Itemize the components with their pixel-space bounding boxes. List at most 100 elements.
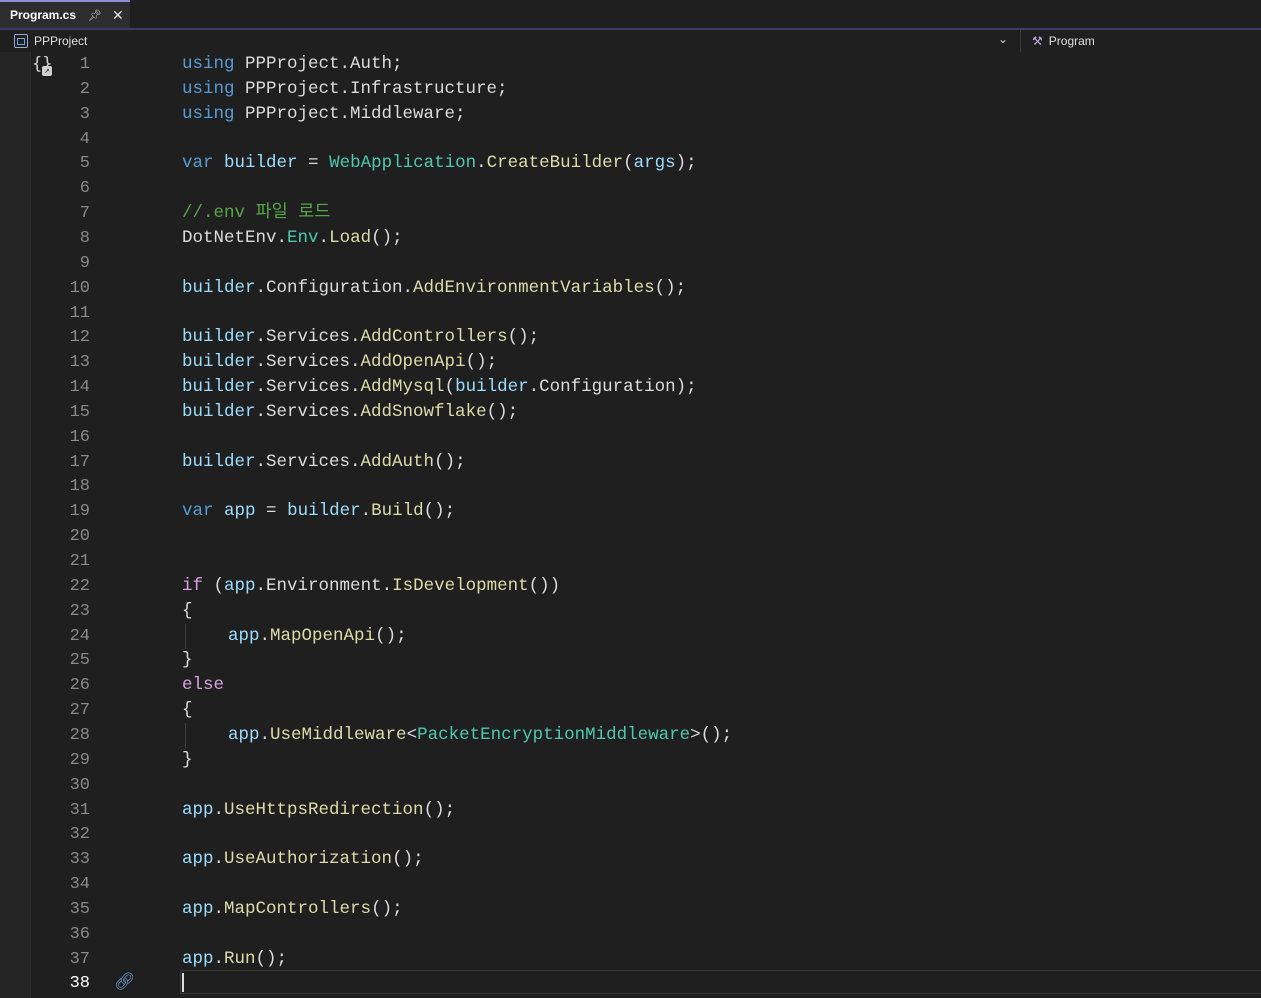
code-line[interactable]: 34 (0, 872, 1261, 897)
code-line[interactable]: 18 (0, 474, 1261, 499)
tab-bar: Program.cs 📌︎ ✕ (0, 0, 1261, 30)
code-text: app.UseHttpsRedirection(); (182, 798, 455, 823)
code-text: else (182, 673, 224, 698)
line-number: 9 (79, 253, 90, 273)
code-line[interactable]: 6 (0, 176, 1261, 201)
code-token: AddMysql (360, 377, 445, 398)
chevron-down-icon[interactable]: ⌄ (998, 32, 1008, 46)
code-line[interactable]: 19 var app = builder.Build(); (0, 499, 1261, 524)
code-token: = (255, 501, 288, 522)
close-icon[interactable]: ✕ (112, 7, 124, 24)
pin-icon[interactable]: 📌︎ (88, 9, 102, 22)
code-line[interactable]: 20 (0, 524, 1261, 549)
code-token: (); (392, 849, 424, 870)
code-line[interactable]: 38 (0, 971, 1261, 996)
code-line[interactable]: 7 //.env 파일 로드 (0, 201, 1261, 226)
line-number: 19 (69, 502, 90, 522)
code-line[interactable]: 35 app.MapControllers(); (0, 897, 1261, 922)
code-text: using PPProject.Auth; (182, 52, 403, 77)
code-line[interactable]: 16 (0, 425, 1261, 450)
code-token: //.env 파일 로드 (182, 203, 331, 224)
code-line[interactable]: 3 using PPProject.Middleware; (0, 102, 1261, 127)
code-token: ()) (528, 575, 561, 596)
line-number: 24 (69, 626, 90, 646)
nav-divider (1020, 30, 1021, 52)
code-line[interactable]: 31 app.UseHttpsRedirection(); (0, 798, 1261, 823)
code-line[interactable]: 25} (0, 648, 1261, 673)
code-token: using (182, 103, 235, 124)
code-line[interactable]: 9 (0, 251, 1261, 276)
tab-program-cs[interactable]: Program.cs 📌︎ ✕ (0, 0, 130, 28)
code-line[interactable]: 24 app.MapOpenApi(); (0, 623, 1261, 649)
project-name: PPProject (34, 34, 88, 48)
code-token: MapOpenApi (270, 625, 376, 646)
class-icon: ⚒ (1032, 34, 1043, 48)
code-token: builder (182, 401, 256, 422)
code-line[interactable]: 30 (0, 773, 1261, 798)
code-token: AddSnowflake (360, 401, 487, 422)
code-line[interactable]: 29} (0, 748, 1261, 773)
code-line[interactable]: 26 else (0, 673, 1261, 698)
code-token: Build (371, 501, 424, 522)
line-number: 36 (69, 924, 90, 944)
code-token: .Services. (255, 377, 361, 398)
code-line[interactable]: 23 { (0, 599, 1261, 624)
code-token: PPProject.Auth; (234, 54, 403, 74)
code-line[interactable]: 36 (0, 922, 1261, 947)
code-token: builder (182, 451, 256, 472)
code-text: builder.Services.AddOpenApi(); (182, 350, 497, 375)
code-token: PacketEncryptionMiddleware (417, 724, 691, 745)
code-line[interactable]: 1 using PPProject.Auth; (0, 52, 1261, 77)
code-editor[interactable]: {} ↗ 🔗︎ 1 using PPProject.Auth; 2 using PPPr… (0, 52, 1261, 998)
code-line[interactable]: 11 (0, 301, 1261, 326)
code-text: if (app.Environment.IsDevelopment()) (182, 574, 560, 599)
code-token: Env (287, 227, 319, 248)
code-token: } (182, 650, 193, 671)
line-number: 15 (69, 402, 90, 422)
project-dropdown[interactable]: PPProject (6, 30, 1016, 52)
code-token: .Services. (255, 451, 361, 472)
code-line[interactable]: 12 builder.Services.AddControllers(); (0, 325, 1261, 350)
code-line[interactable]: 33 app.UseAuthorization(); (0, 847, 1261, 872)
code-token: ); (675, 153, 697, 174)
code-token: { (182, 700, 193, 721)
code-token: . (318, 227, 330, 248)
code-line[interactable]: 37 app.Run(); (0, 947, 1261, 972)
code-token: MapControllers (224, 898, 372, 919)
code-token: app (182, 849, 214, 870)
code-line[interactable]: 15 builder.Services.AddSnowflake(); (0, 400, 1261, 425)
code-line[interactable]: 32 (0, 822, 1261, 847)
line-number: 8 (79, 228, 90, 248)
code-token: using (182, 54, 235, 74)
code-token: app (182, 799, 214, 820)
code-token: app (228, 724, 260, 745)
code-token: . (213, 948, 225, 969)
code-line[interactable]: 27 { (0, 698, 1261, 723)
code-token: DotNetEnv. (182, 227, 288, 248)
code-line[interactable]: 22 if (app.Environment.IsDevelopment()) (0, 574, 1261, 599)
code-token: AddAuth (360, 451, 435, 472)
code-line[interactable]: 2 using PPProject.Infrastructure; (0, 77, 1261, 102)
code-line[interactable]: 8 DotNetEnv.Env.Load(); (0, 226, 1261, 251)
code-token: app (228, 625, 260, 646)
code-token: . (213, 799, 225, 820)
code-line[interactable]: 17 builder.Services.AddAuth(); (0, 450, 1261, 475)
code-line[interactable]: 28 app.UseMiddleware<PacketEncryptionMidd… (0, 722, 1261, 748)
code-token: if (182, 575, 204, 596)
code-text: using PPProject.Middleware; (182, 102, 466, 127)
code-line[interactable]: 5 var builder = WebApplication.CreateBuil… (0, 151, 1261, 176)
line-number: 10 (69, 278, 90, 298)
code-line[interactable]: 14 builder.Services.AddMysql(builder.Conf… (0, 375, 1261, 400)
code-line[interactable]: 13 builder.Services.AddOpenApi(); (0, 350, 1261, 375)
line-number: 2 (79, 79, 90, 99)
code-line[interactable]: 10 builder.Configuration.AddEnvironmentVa… (0, 276, 1261, 301)
code-token: . (259, 724, 271, 745)
code-line[interactable]: 21 (0, 549, 1261, 574)
member-dropdown[interactable]: ⚒ Program (1032, 30, 1095, 52)
code-token: builder (182, 352, 256, 373)
code-token: app (182, 948, 214, 969)
code-line[interactable]: 4 (0, 127, 1261, 152)
code-text: { (182, 599, 193, 624)
